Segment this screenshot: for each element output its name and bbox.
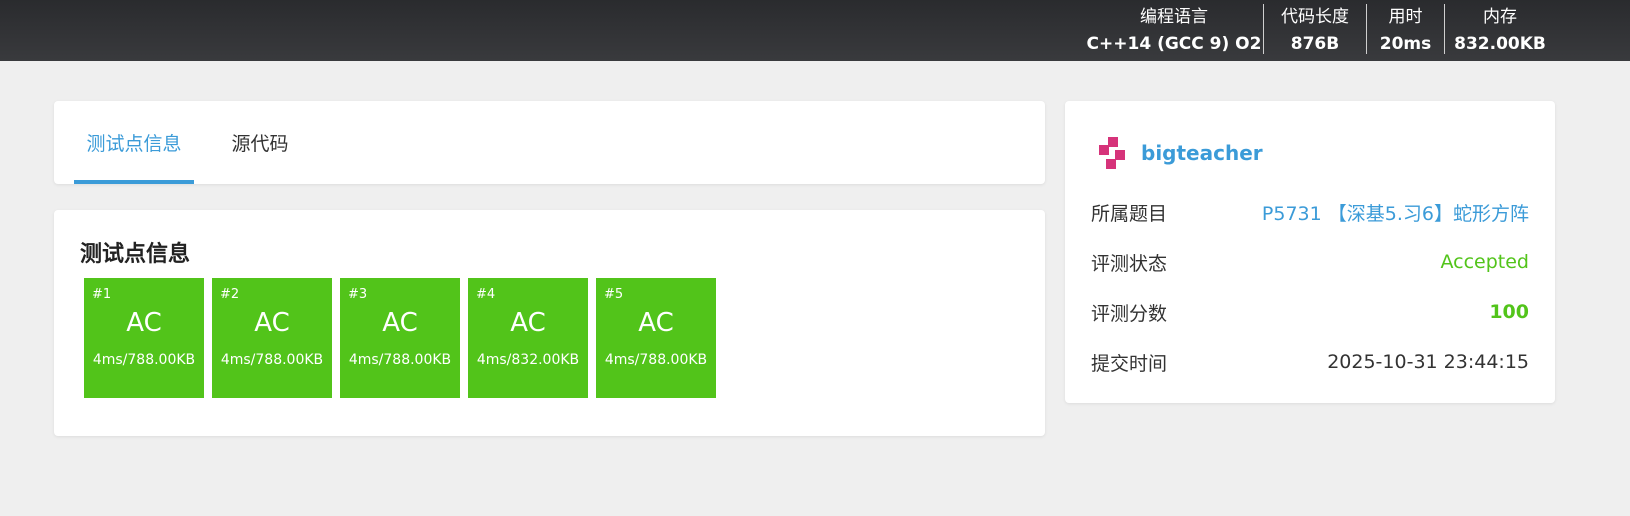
test-case-time-memory: 4ms/832.00KB xyxy=(476,352,580,368)
test-case-list: #1 AC 4ms/788.00KB #2 AC 4ms/788.00KB #3… xyxy=(84,278,724,398)
test-cases-card: 测试点信息 #1 AC 4ms/788.00KB #2 AC 4ms/788.0… xyxy=(54,210,1045,436)
info-row-problem: 所属题目 P5731 【深基5.习6】蛇形方阵 xyxy=(1091,197,1529,227)
test-case-time-memory: 4ms/788.00KB xyxy=(348,352,452,368)
stat-code-length-label: 代码长度 xyxy=(1281,6,1349,27)
user-info: bigteacher xyxy=(1099,137,1263,169)
test-case-tile[interactable]: #4 AC 4ms/832.00KB xyxy=(468,278,588,398)
test-case-tile[interactable]: #3 AC 4ms/788.00KB xyxy=(340,278,460,398)
test-case-number: #4 xyxy=(476,287,496,302)
username-link[interactable]: bigteacher xyxy=(1141,141,1263,165)
info-row-score-label: 评测分数 xyxy=(1091,302,1168,325)
test-case-result: AC xyxy=(382,308,418,338)
info-row-submit-time: 提交时间 2025-10-31 23:44:15 xyxy=(1091,347,1529,377)
tab-source-code-label: 源代码 xyxy=(231,133,289,155)
submission-info-card: bigteacher 所属题目 P5731 【深基5.习6】蛇形方阵 评测状态 … xyxy=(1065,101,1555,403)
test-case-result: AC xyxy=(126,308,162,338)
status-value: Accepted xyxy=(1440,251,1529,273)
stat-code-length-value: 876B xyxy=(1290,33,1340,54)
tabs-card: 测试点信息 源代码 xyxy=(54,101,1045,184)
stat-language-label: 编程语言 xyxy=(1140,6,1208,27)
stat-code-length: 代码长度 876B xyxy=(1264,0,1366,61)
info-row-submit-time-label: 提交时间 xyxy=(1091,352,1168,375)
test-case-time-memory: 4ms/788.00KB xyxy=(220,352,324,368)
test-case-number: #5 xyxy=(604,287,624,302)
test-case-result: AC xyxy=(638,308,674,338)
stats-right-padding xyxy=(1555,0,1630,61)
score-value: 100 xyxy=(1489,301,1529,323)
tab-active-indicator xyxy=(74,180,194,184)
top-bar: 编程语言 C++14 (GCC 9) O2 代码长度 876B 用时 20ms … xyxy=(0,0,1630,61)
stat-memory-label: 内存 xyxy=(1483,6,1517,27)
info-row-status: 评测状态 Accepted xyxy=(1091,247,1529,277)
stat-time: 用时 20ms xyxy=(1367,0,1444,61)
stat-language-value: C++14 (GCC 9) O2 xyxy=(1086,33,1262,54)
problem-link[interactable]: P5731 【深基5.习6】蛇形方阵 xyxy=(1262,199,1529,226)
test-case-time-memory: 4ms/788.00KB xyxy=(604,352,708,368)
stat-language: 编程语言 C++14 (GCC 9) O2 xyxy=(1085,0,1263,61)
submit-time-value: 2025-10-31 23:44:15 xyxy=(1327,351,1529,373)
tab-test-info[interactable]: 测试点信息 xyxy=(74,101,194,184)
tab-source-code[interactable]: 源代码 xyxy=(218,101,302,184)
test-case-result: AC xyxy=(510,308,546,338)
test-case-number: #2 xyxy=(220,287,240,302)
test-cases-title: 测试点信息 xyxy=(80,242,191,267)
submission-stats: 编程语言 C++14 (GCC 9) O2 代码长度 876B 用时 20ms … xyxy=(1085,0,1630,61)
test-case-time-memory: 4ms/788.00KB xyxy=(92,352,196,368)
stat-time-label: 用时 xyxy=(1388,6,1423,27)
info-row-status-label: 评测状态 xyxy=(1091,252,1168,275)
test-case-tile[interactable]: #5 AC 4ms/788.00KB xyxy=(596,278,716,398)
info-row-problem-label: 所属题目 xyxy=(1091,202,1168,225)
stat-memory-value: 832.00KB xyxy=(1454,33,1546,54)
stat-memory: 内存 832.00KB xyxy=(1445,0,1555,61)
test-case-number: #3 xyxy=(348,287,368,302)
stat-time-value: 20ms xyxy=(1379,33,1432,54)
info-row-score: 评测分数 100 xyxy=(1091,297,1529,327)
test-case-tile[interactable]: #1 AC 4ms/788.00KB xyxy=(84,278,204,398)
test-case-tile[interactable]: #2 AC 4ms/788.00KB xyxy=(212,278,332,398)
avatar xyxy=(1099,137,1127,169)
test-case-number: #1 xyxy=(92,287,112,302)
tab-test-info-label: 测试点信息 xyxy=(86,133,182,155)
test-case-result: AC xyxy=(254,308,290,338)
